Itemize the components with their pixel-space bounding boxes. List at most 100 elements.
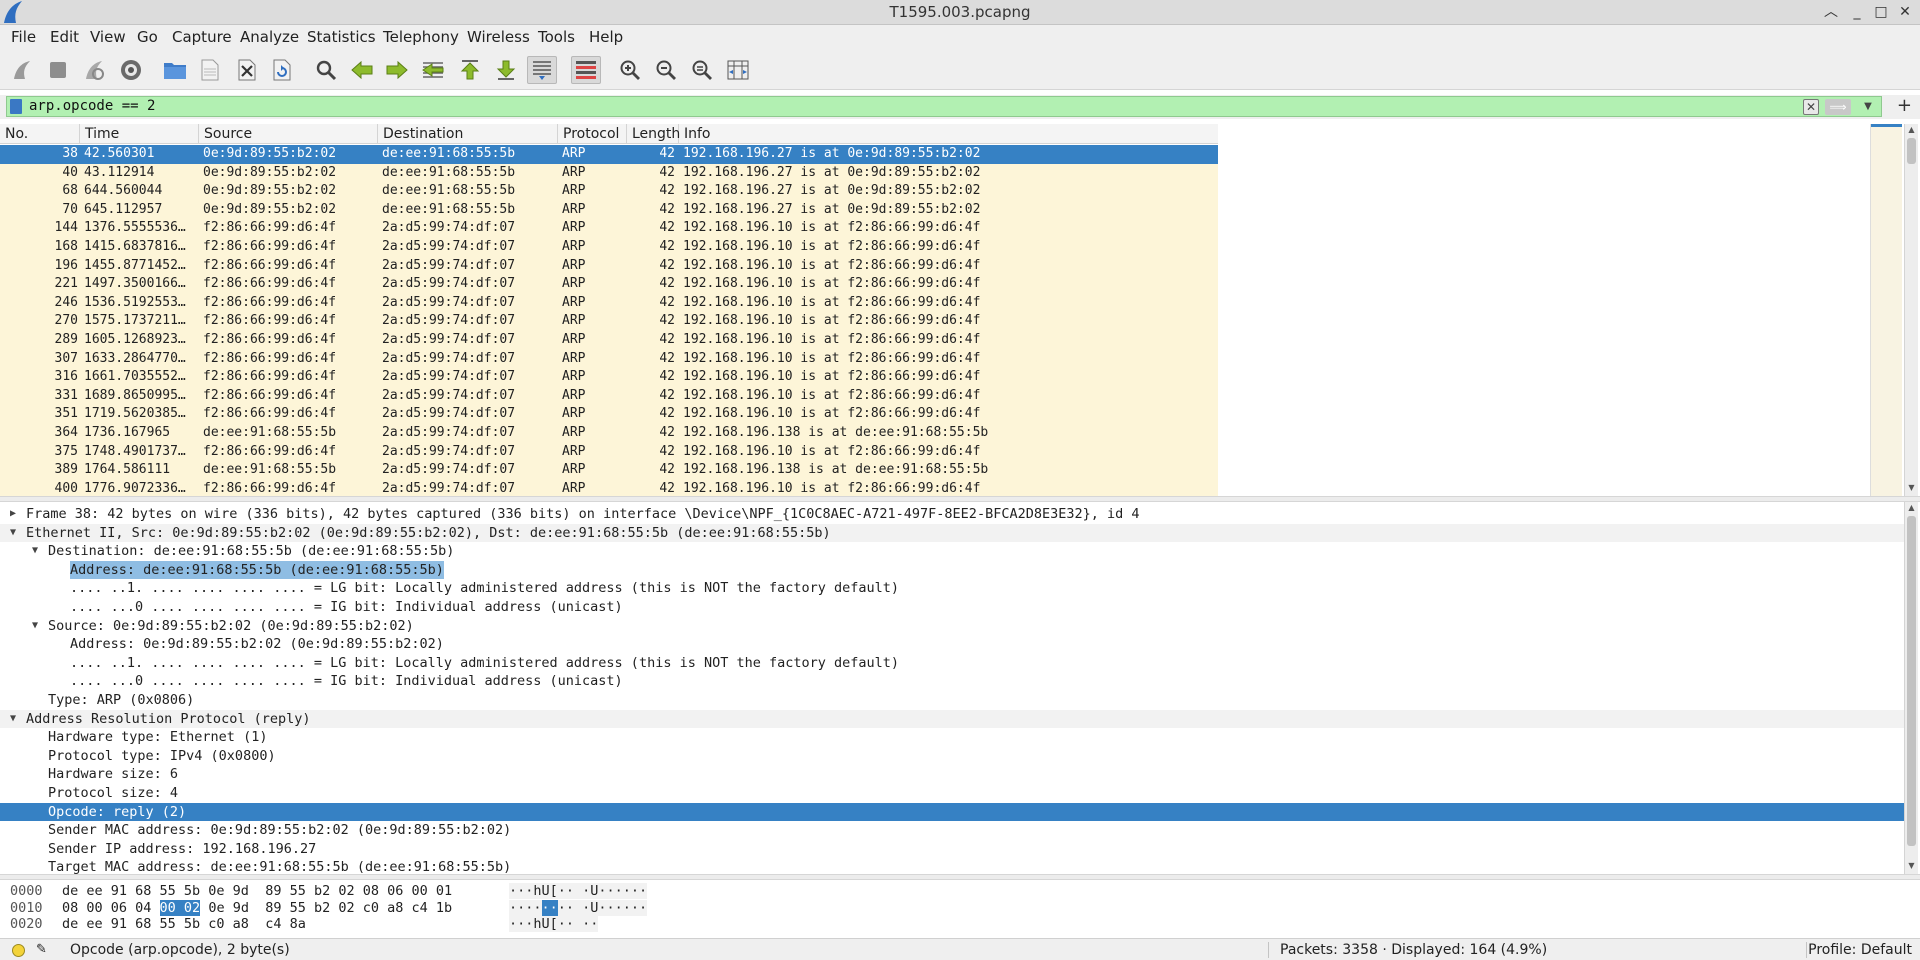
packet-row[interactable]: 389 1764.586111 de:ee:91:68:55:5b 2a:d5:99:…: [0, 461, 1218, 480]
restart-capture-icon[interactable]: [79, 56, 109, 84]
packet-row[interactable]: 331 1689.8650995… f2:86:66:99:d6:4f 2a:d5:9…: [0, 386, 1218, 406]
detail-row[interactable]: .... ..1. .... .... .... .... = LG bit: …: [0, 654, 1904, 673]
zoom-in-icon[interactable]: [615, 56, 645, 84]
expanded-chevron-down-icon[interactable]: ▼: [28, 542, 42, 561]
close-icon[interactable]: ✕: [1894, 2, 1916, 22]
auto-scroll-icon[interactable]: [527, 56, 557, 84]
packet-row[interactable]: 70 645.112957 0e:9d:89:55:b2:02 de:ee:91:68…: [0, 200, 1218, 220]
apply-filter-icon[interactable]: ⟹: [1825, 99, 1851, 115]
packet-row[interactable]: 307 1633.2864770… f2:86:66:99:d6:4f 2a:d5:9…: [0, 349, 1218, 369]
detail-row[interactable]: Hardware type: Ethernet (1): [0, 728, 1904, 747]
collapsed-chevron-right-icon[interactable]: ▶: [6, 505, 20, 524]
packet-row[interactable]: 144 1376.5555536… f2:86:66:99:d6:4f 2a:d5:9…: [0, 219, 1218, 238]
go-forward-icon[interactable]: [382, 56, 412, 84]
start-capture-icon[interactable]: [7, 56, 37, 84]
packet-row[interactable]: 246 1536.5192553… f2:86:66:99:d6:4f 2a:d5:9…: [0, 293, 1218, 313]
detail-row[interactable]: Target MAC address: de:ee:91:68:55:5b (d…: [0, 858, 1904, 874]
resize-columns-icon[interactable]: [723, 56, 753, 84]
detail-row[interactable]: Sender IP address: 192.168.196.27: [0, 840, 1904, 859]
first-packet-icon[interactable]: [455, 56, 485, 84]
detail-row[interactable]: Type: ARP (0x0806): [0, 691, 1904, 710]
packet-row[interactable]: 270 1575.1737211… f2:86:66:99:d6:4f 2a:d5:9…: [0, 312, 1218, 331]
go-to-packet-icon[interactable]: [418, 56, 448, 84]
packet-row[interactable]: 68 644.560044 0e:9d:89:55:b2:02 de:ee:91:68…: [0, 182, 1218, 201]
scroll-down-icon[interactable]: ▼: [1905, 860, 1918, 872]
menu-help[interactable]: Help: [589, 28, 623, 46]
detail-row[interactable]: Address: de:ee:91:68:55:5b (de:ee:91:68:…: [0, 560, 1904, 580]
detail-row[interactable]: ▼ Destination: de:ee:91:68:55:5b (de:ee:9…: [0, 542, 1904, 561]
detail-row[interactable]: Hardware size: 6: [0, 765, 1904, 784]
capture-options-icon[interactable]: [116, 56, 146, 84]
display-filter-input[interactable]: arp.opcode == 2 ✕ ⟹ ▼: [6, 96, 1882, 117]
menu-wireless[interactable]: Wireless: [467, 28, 530, 46]
column-length[interactable]: Length: [627, 124, 680, 144]
column-protocol[interactable]: Protocol: [558, 124, 627, 144]
detail-row[interactable]: .... ...0 .... .... .... .... = IG bit: …: [0, 672, 1904, 691]
edit-comment-pencil-icon[interactable]: ✎: [36, 939, 47, 960]
byte-row[interactable]: 0000 de ee 91 68 55 5b 0e 9d 89 55 b2 02 …: [0, 883, 700, 899]
filter-bookmark-icon[interactable]: [10, 99, 22, 114]
open-file-icon[interactable]: [160, 56, 190, 84]
expanded-chevron-down-icon[interactable]: ▼: [6, 524, 20, 543]
detail-row[interactable]: ▶ Frame 38: 42 bytes on wire (336 bits), …: [0, 505, 1904, 524]
detail-row[interactable]: Opcode: reply (2): [0, 802, 1904, 822]
menu-file[interactable]: File: [11, 28, 36, 46]
last-packet-icon[interactable]: [491, 56, 521, 84]
scroll-up-icon[interactable]: ▲: [1905, 502, 1918, 514]
column-destination[interactable]: Destination: [378, 124, 558, 144]
packet-row[interactable]: 316 1661.7035552… f2:86:66:99:d6:4f 2a:d5:9…: [0, 368, 1218, 387]
detail-row[interactable]: Address: 0e:9d:89:55:b2:02 (0e:9d:89:55:…: [0, 635, 1904, 654]
packet-row[interactable]: 38 42.560301 0e:9d:89:55:b2:02 de:ee:91:68:…: [0, 145, 1218, 164]
zoom-normal-icon[interactable]: [687, 56, 717, 84]
expert-info-led-icon[interactable]: [12, 944, 25, 957]
column-info[interactable]: Info: [679, 124, 1218, 144]
status-profile[interactable]: Profile: Default: [1808, 939, 1912, 960]
reload-file-icon[interactable]: [267, 56, 297, 84]
column-source[interactable]: Source: [199, 124, 378, 144]
save-file-icon[interactable]: [195, 56, 225, 84]
byte-row[interactable]: 0010 08 00 06 04 00 02 0e 9d 89 55 b2 02 …: [0, 899, 700, 916]
menu-telephony[interactable]: Telephony: [383, 28, 459, 46]
stop-capture-icon[interactable]: [43, 56, 73, 84]
byte-row[interactable]: 0020 de ee 91 68 55 5b c0 a8 c4 8a ···hU[·…: [0, 916, 700, 932]
minimize-icon[interactable]: _: [1846, 2, 1868, 22]
clear-filter-icon[interactable]: ✕: [1803, 99, 1819, 115]
column-time[interactable]: Time: [80, 124, 199, 144]
menu-tools[interactable]: Tools: [538, 28, 575, 46]
detail-row[interactable]: Protocol size: 4: [0, 784, 1904, 803]
add-filter-button-plus-icon[interactable]: +: [1897, 95, 1912, 116]
menu-go[interactable]: Go: [137, 28, 158, 46]
detail-row[interactable]: .... ..1. .... .... .... .... = LG bit: …: [0, 579, 1904, 598]
filter-history-chevron-down-icon[interactable]: ▼: [1861, 99, 1875, 115]
packet-row[interactable]: 196 1455.8771452… f2:86:66:99:d6:4f 2a:d5:9…: [0, 256, 1218, 276]
zoom-out-icon[interactable]: [651, 56, 681, 84]
packet-row[interactable]: 400 1776.9072336… f2:86:66:99:d6:4f 2a:d5:9…: [0, 479, 1218, 496]
detail-row[interactable]: ▼ Ethernet II, Src: 0e:9d:89:55:b2:02 (0e…: [0, 523, 1904, 543]
menu-analyze[interactable]: Analyze: [240, 28, 299, 46]
scrollbar-thumb[interactable]: [1907, 516, 1916, 846]
scroll-up-icon[interactable]: ▲: [1905, 124, 1918, 136]
packet-list-scrollbar[interactable]: ▲ ▼: [1904, 124, 1918, 496]
packet-row[interactable]: 221 1497.3500166… f2:86:66:99:d6:4f 2a:d5:9…: [0, 275, 1218, 294]
column-no[interactable]: No.: [0, 124, 80, 144]
colorize-icon[interactable]: [571, 56, 601, 84]
detail-row[interactable]: Protocol type: IPv4 (0x0800): [0, 747, 1904, 766]
expanded-chevron-down-icon[interactable]: ▼: [6, 710, 20, 729]
menu-edit[interactable]: Edit: [50, 28, 79, 46]
packet-row[interactable]: 375 1748.4901737… f2:86:66:99:d6:4f 2a:d5:9…: [0, 442, 1218, 462]
menu-view[interactable]: View: [90, 28, 126, 46]
menu-capture[interactable]: Capture: [172, 28, 232, 46]
packet-row[interactable]: 364 1736.167965 de:ee:91:68:55:5b 2a:d5:99:…: [0, 424, 1218, 443]
detail-row[interactable]: ▼ Source: 0e:9d:89:55:b2:02 (0e:9d:89:55:…: [0, 617, 1904, 636]
detail-row[interactable]: Sender MAC address: 0e:9d:89:55:b2:02 (0…: [0, 821, 1904, 840]
close-file-icon[interactable]: [232, 56, 262, 84]
find-packet-icon[interactable]: [311, 56, 341, 84]
go-back-icon[interactable]: [347, 56, 377, 84]
packet-row[interactable]: 289 1605.1268923… f2:86:66:99:d6:4f 2a:d5:9…: [0, 331, 1218, 350]
packet-minimap[interactable]: [1870, 124, 1902, 496]
maximize-icon[interactable]: □: [1870, 2, 1892, 22]
packet-row[interactable]: 40 43.112914 0e:9d:89:55:b2:02 de:ee:91:68:…: [0, 163, 1218, 183]
scrollbar-thumb[interactable]: [1907, 138, 1916, 164]
scroll-down-icon[interactable]: ▼: [1905, 482, 1918, 494]
expanded-chevron-down-icon[interactable]: ▼: [28, 617, 42, 636]
